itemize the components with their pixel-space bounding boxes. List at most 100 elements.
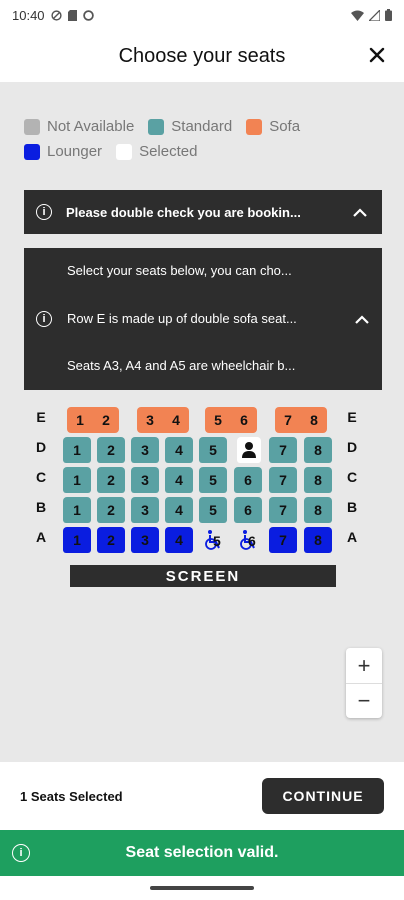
seat-c2[interactable]: 2 <box>97 467 125 493</box>
page-title: Choose your seats <box>118 44 286 67</box>
seat-d5[interactable]: 5 <box>199 437 227 463</box>
signal-icon <box>369 9 380 21</box>
zoom-in-button[interactable]: + <box>346 648 382 683</box>
seat-c5[interactable]: 5 <box>199 467 227 493</box>
sim-icon <box>67 9 77 21</box>
sofa-e7-e8[interactable]: 7 8 <box>275 407 327 433</box>
legend-standard: Standard <box>148 118 232 135</box>
app-notification-icon <box>82 9 94 21</box>
seat-number: 8 <box>310 412 318 428</box>
continue-button[interactable]: CONTINUE <box>262 778 384 814</box>
seat-a1[interactable]: 1 <box>63 527 91 553</box>
seat-number: 2 <box>107 472 115 488</box>
navigation-bar <box>0 876 404 900</box>
seat-number: 7 <box>279 532 287 548</box>
seat-d6-selected[interactable] <box>237 437 261 463</box>
seat-number: 7 <box>279 442 287 458</box>
screen-label: SCREEN <box>70 565 336 587</box>
seat-a2[interactable]: 2 <box>97 527 125 553</box>
legend-lounger: Lounger <box>24 143 102 160</box>
seat-legend: Not Available Standard Sofa Lounger Sele… <box>24 118 384 168</box>
seat-b7[interactable]: 7 <box>269 497 297 523</box>
sofa-e5-e6[interactable]: 5 6 <box>205 407 257 433</box>
seat-d2[interactable]: 2 <box>97 437 125 463</box>
seat-a4[interactable]: 4 <box>165 527 193 553</box>
seat-number: 5 <box>209 442 217 458</box>
seat-d4[interactable]: 4 <box>165 437 193 463</box>
seat-d3[interactable]: 3 <box>131 437 159 463</box>
seat-b2[interactable]: 2 <box>97 497 125 523</box>
row-label: A <box>35 529 47 545</box>
legend-selected: Selected <box>116 143 197 160</box>
seat-a5-wheelchair[interactable]: 5 <box>199 527 227 553</box>
status-time: 10:40 <box>12 7 45 23</box>
seat-selection-area: Not Available Standard Sofa Lounger Sele… <box>0 82 404 762</box>
seat-d1[interactable]: 1 <box>63 437 91 463</box>
legend-label: Not Available <box>47 118 135 135</box>
seat-d7[interactable]: 7 <box>269 437 297 463</box>
seat-number: 1 <box>73 442 81 458</box>
seat-c3[interactable]: 3 <box>131 467 159 493</box>
seat-c1[interactable]: 1 <box>63 467 91 493</box>
seat-number: 6 <box>240 412 248 428</box>
seat-number: 2 <box>107 502 115 518</box>
legend-swatch <box>246 118 263 135</box>
close-button[interactable] <box>362 40 392 70</box>
seat-number: 6 <box>244 502 252 518</box>
home-indicator[interactable] <box>150 886 254 890</box>
seat-number: 1 <box>73 502 81 518</box>
seat-number: 4 <box>175 442 183 458</box>
seat-c8[interactable]: 8 <box>304 467 332 493</box>
seat-a8[interactable]: 8 <box>304 527 332 553</box>
row-label: D <box>346 439 358 455</box>
seat-number: 6 <box>244 472 252 488</box>
notice-line: Select your seats below, you can cho... <box>67 263 292 278</box>
seat-number: 2 <box>107 532 115 548</box>
seat-number: 3 <box>141 502 149 518</box>
seat-number: 4 <box>175 472 183 488</box>
sofa-e3-e4[interactable]: 3 4 <box>137 407 189 433</box>
seat-number: 5 <box>209 472 217 488</box>
seat-b5[interactable]: 5 <box>199 497 227 523</box>
seat-number: 3 <box>141 532 149 548</box>
row-label: B <box>35 499 47 515</box>
booking-notice-collapsed[interactable]: i Please double check you are bookin... <box>24 190 382 234</box>
seat-number: 7 <box>279 472 287 488</box>
seat-c6[interactable]: 6 <box>234 467 262 493</box>
legend-label: Selected <box>139 143 198 160</box>
seat-d8[interactable]: 8 <box>304 437 332 463</box>
row-label: E <box>36 409 46 425</box>
seat-number: 4 <box>175 502 183 518</box>
seat-c7[interactable]: 7 <box>269 467 297 493</box>
seat-a3[interactable]: 3 <box>131 527 159 553</box>
seat-number: 5 <box>209 502 217 518</box>
chevron-up-icon[interactable] <box>350 202 370 222</box>
legend-not-available: Not Available <box>24 118 134 135</box>
row-label: E <box>347 409 357 425</box>
seat-number: 4 <box>172 412 180 428</box>
battery-icon <box>385 9 392 21</box>
seat-b6[interactable]: 6 <box>234 497 262 523</box>
seat-number: 8 <box>314 532 322 548</box>
legend-swatch <box>24 118 40 135</box>
legend-sofa: Sofa <box>246 118 300 135</box>
seat-c4[interactable]: 4 <box>165 467 193 493</box>
sofa-e1-e2[interactable]: 1 2 <box>67 407 119 433</box>
row-label: B <box>346 499 358 515</box>
seat-b8[interactable]: 8 <box>304 497 332 523</box>
seat-a7[interactable]: 7 <box>269 527 297 553</box>
seat-b3[interactable]: 3 <box>131 497 159 523</box>
chevron-up-icon[interactable] <box>352 309 372 329</box>
info-icon: i <box>36 204 52 220</box>
legend-label: Sofa <box>269 118 301 135</box>
seat-a6-wheelchair[interactable]: 6 <box>234 527 262 553</box>
seat-number: 8 <box>314 502 322 518</box>
row-label: C <box>346 469 358 485</box>
legend-swatch <box>24 143 40 160</box>
seat-b1[interactable]: 1 <box>63 497 91 523</box>
zoom-out-button[interactable]: − <box>346 683 382 718</box>
seat-number: 3 <box>146 412 154 428</box>
seat-b4[interactable]: 4 <box>165 497 193 523</box>
notice-text: Please double check you are bookin... <box>66 204 301 220</box>
person-icon <box>242 442 256 458</box>
